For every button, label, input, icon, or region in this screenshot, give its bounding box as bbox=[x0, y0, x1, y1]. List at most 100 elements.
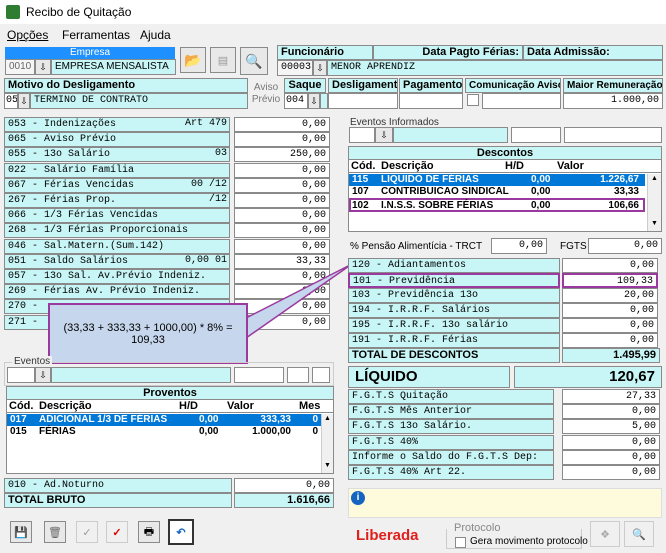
scroll-down-icon[interactable]: ▼ bbox=[651, 220, 658, 227]
proventos-title: Proventos bbox=[7, 387, 333, 400]
descontos-title: Descontos bbox=[349, 147, 661, 160]
list-item: 120 - Adiantamentos 0,00 bbox=[348, 258, 664, 273]
scroll-up-icon[interactable]: ▲ bbox=[651, 175, 658, 182]
ev-informados-desc[interactable] bbox=[393, 127, 508, 143]
eventos-value-1[interactable] bbox=[234, 367, 284, 383]
row-label: 194 - I.R.R.F. Salários bbox=[348, 303, 560, 318]
proventos-table[interactable]: Proventos Cód. Descrição H/D Valor Mes 0… bbox=[6, 386, 334, 474]
row-desc: CONTRIBUICAO SINDICAL bbox=[381, 186, 509, 197]
row-value[interactable]: 0,00 bbox=[562, 333, 658, 348]
ev-informados-lookup-button[interactable]: ⇩ bbox=[375, 127, 393, 143]
liquido-value: 120,67 bbox=[514, 366, 662, 388]
ev-informados-value-1[interactable] bbox=[511, 127, 561, 143]
row-hd: 0,00 bbox=[531, 186, 551, 197]
col-cod: Cód. bbox=[351, 160, 376, 172]
eventos-value-3[interactable] bbox=[312, 367, 330, 383]
scroll-up-icon[interactable]: ▲ bbox=[324, 415, 331, 422]
save-button[interactable]: 💾 bbox=[10, 521, 32, 543]
adnoturno-value[interactable]: 0,00 bbox=[234, 478, 334, 493]
row-value[interactable]: 0,00 bbox=[562, 404, 660, 420]
row-desc: LIQUIDO DE FÉRIAS bbox=[381, 174, 479, 185]
row-value[interactable]: 0,00 bbox=[562, 318, 658, 333]
col-hd: H/D bbox=[505, 160, 524, 172]
eventos-code[interactable] bbox=[7, 367, 35, 383]
descontos-table[interactable]: Descontos Cód. Descrição H/D Valor 115 L… bbox=[348, 146, 662, 232]
row-valor: 1.000,00 bbox=[252, 426, 291, 437]
row-value[interactable]: 27,33 bbox=[562, 389, 660, 404]
approve-button[interactable]: ✓ bbox=[106, 521, 128, 543]
liquido-label: LÍQUIDO bbox=[348, 366, 510, 388]
row-label: F.G.T.S 40% bbox=[348, 434, 554, 450]
row-label: 195 - I.R.R.F. 13o salário bbox=[348, 318, 560, 333]
descontos-header: Cód. Descrição H/D Valor bbox=[349, 160, 661, 173]
list-item: Informe o Saldo do F.G.T.S Dep: 0,00 bbox=[348, 449, 664, 465]
row-cod: 115 bbox=[352, 174, 369, 185]
row-value[interactable]: 0,00 bbox=[562, 303, 658, 318]
table-row[interactable]: 015 FÉRIAS 0,00 1.000,00 0 bbox=[7, 426, 321, 438]
row-value[interactable]: 0,00 bbox=[562, 434, 660, 450]
fgts-label: FGTS bbox=[560, 241, 587, 252]
pensao-value[interactable]: 0,00 bbox=[491, 238, 547, 254]
protocolo-search-button[interactable]: 🔍 bbox=[624, 521, 654, 547]
protocolo-label: Protocolo bbox=[452, 522, 503, 534]
row-label: F.G.T.S 40% Art 22. bbox=[348, 465, 554, 480]
col-valor: Valor bbox=[227, 400, 254, 412]
print-button[interactable]: 🖶 bbox=[138, 521, 160, 543]
list-item: 101 - Previdência 109,33 bbox=[348, 273, 664, 288]
scroll-down-icon[interactable]: ▼ bbox=[324, 462, 331, 469]
undo-button[interactable]: ↶ bbox=[168, 519, 194, 545]
info-box: i bbox=[348, 488, 662, 518]
col-descricao: Descrição bbox=[39, 400, 92, 412]
col-cod: Cód. bbox=[9, 400, 34, 412]
total-bruto-label: TOTAL BRUTO bbox=[4, 493, 232, 508]
eventos-value-2[interactable] bbox=[287, 367, 309, 383]
row-value[interactable]: 0,00 bbox=[562, 449, 660, 465]
row-value[interactable]: 0,00 bbox=[562, 465, 660, 480]
total-descontos-value: 1.495,99 bbox=[562, 348, 660, 363]
table-row[interactable]: 107 CONTRIBUICAO SINDICAL 0,00 33,33 bbox=[349, 186, 645, 198]
row-desc: ADICIONAL 1/3 DE FÉRIAS bbox=[39, 414, 168, 425]
ev-informados-code[interactable] bbox=[349, 127, 375, 143]
total-descontos-label: TOTAL DE DESCONTOS bbox=[348, 348, 560, 363]
descontos-scrollbar[interactable]: ▲ ▼ bbox=[647, 174, 661, 231]
ev-informados-value-2[interactable] bbox=[564, 127, 662, 143]
confirm-button[interactable]: ✓ bbox=[76, 521, 98, 543]
row-value[interactable]: 20,00 bbox=[562, 288, 658, 303]
proventos-header: Cód. Descrição H/D Valor Mes bbox=[7, 400, 333, 413]
row-value[interactable]: 5,00 bbox=[562, 419, 660, 435]
protocolo-action-button[interactable]: ❖ bbox=[590, 521, 620, 547]
gera-movimento-checkbox[interactable] bbox=[455, 537, 466, 548]
row-mes: 0 bbox=[312, 414, 318, 425]
row-hd: 0,00 bbox=[199, 426, 219, 437]
table-row[interactable]: 017 ADICIONAL 1/3 DE FÉRIAS 0,00 333,33 … bbox=[7, 414, 321, 426]
table-row[interactable]: 115 LIQUIDO DE FÉRIAS 0,00 1.226,67 bbox=[349, 174, 645, 186]
row-value[interactable]: 0,00 bbox=[562, 258, 658, 273]
eventos-label: Eventos bbox=[12, 356, 53, 367]
col-mes: Mes bbox=[299, 400, 321, 412]
fgts-value[interactable]: 0,00 bbox=[588, 238, 662, 254]
row-label: 101 - Previdência bbox=[348, 273, 560, 288]
total-descontos-row: TOTAL DE DESCONTOS 1.495,99 bbox=[348, 348, 664, 363]
row-cod: 102 bbox=[352, 200, 369, 211]
deductions-panel: 120 - Adiantamentos 0,00 101 - Previdência… bbox=[348, 258, 664, 353]
row-valor: 106,66 bbox=[608, 200, 639, 211]
row-label: 103 - Previdência 13o bbox=[348, 288, 560, 303]
col-hd: H/D bbox=[179, 400, 198, 412]
proventos-scrollbar[interactable]: ▲ ▼ bbox=[321, 414, 333, 473]
pensao-label: % Pensão Alimentícia - TRCT bbox=[350, 241, 483, 252]
row-hd: 0,00 bbox=[199, 414, 219, 425]
row-valor: 333,33 bbox=[260, 414, 291, 425]
eventos-desc[interactable] bbox=[51, 367, 231, 383]
row-cod: 015 bbox=[10, 426, 27, 437]
adnoturno-row: 010 - Ad.Noturno 0,00 bbox=[4, 478, 334, 493]
list-item: 195 - I.R.R.F. 13o salário 0,00 bbox=[348, 318, 664, 333]
row-value[interactable]: 109,33 bbox=[562, 273, 658, 288]
list-item: F.G.T.S Quitação 27,33 bbox=[348, 389, 664, 404]
row-valor: 1.226,67 bbox=[600, 174, 639, 185]
row-label: 120 - Adiantamentos bbox=[348, 258, 560, 273]
eventos-lookup-button[interactable]: ⇩ bbox=[35, 367, 51, 383]
total-bruto-row: TOTAL BRUTO 1.616,66 bbox=[4, 493, 334, 508]
table-row[interactable]: 102 I.N.S.S. SOBRE FÉRIAS 0,00 106,66 bbox=[349, 198, 645, 212]
delete-button[interactable]: 🗑 bbox=[44, 521, 66, 543]
row-label: F.G.T.S Quitação bbox=[348, 389, 554, 404]
